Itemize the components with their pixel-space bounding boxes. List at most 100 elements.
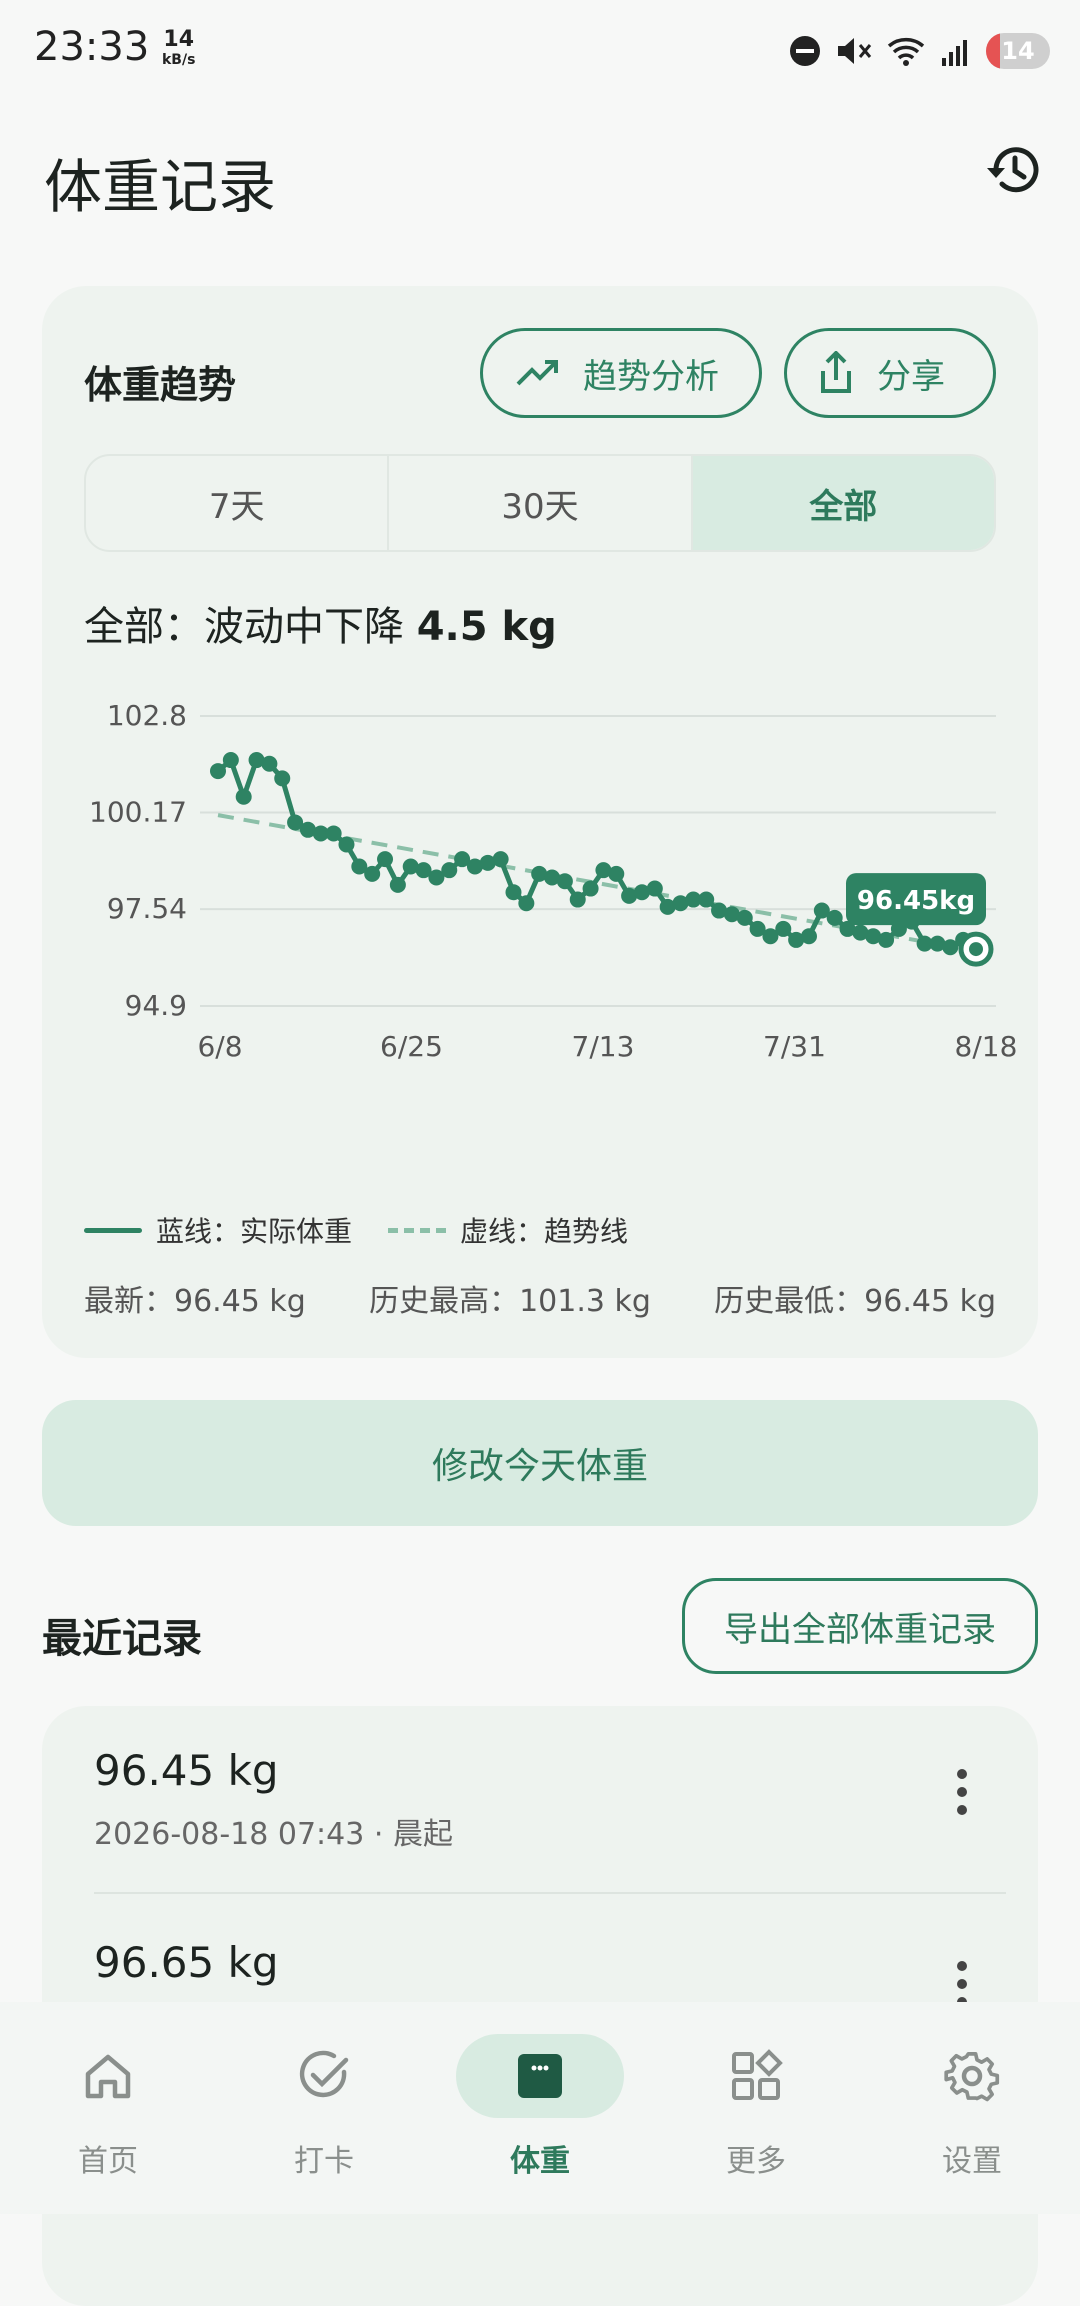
legend-actual-swatch (84, 1227, 142, 1233)
legend-actual-label: 蓝线：实际体重 (156, 1215, 353, 1248)
nav-weight-icon-wrap (456, 2034, 624, 2118)
data-point (736, 909, 753, 926)
bottom-navigation: 首页 打卡 体重 更多 设置 (0, 2002, 1080, 2214)
x-tick-label: 7/13 (572, 1030, 635, 1063)
latest-point (969, 942, 983, 957)
record-weight: 96.45 kg (94, 1746, 279, 1795)
export-records-button[interactable]: 导出全部体重记录 (682, 1578, 1038, 1674)
status-icons: 14 (788, 30, 1050, 72)
x-tick-label: 6/8 (197, 1030, 242, 1063)
y-tick-label: 94.9 (125, 989, 187, 1022)
nav-settings[interactable]: 设置 (864, 2002, 1080, 2214)
stat-max: 历史最高：101.3 kg (369, 1284, 651, 1319)
dnd-icon (790, 36, 820, 66)
wifi-icon (887, 38, 925, 66)
data-point (235, 788, 252, 805)
trend-analysis-button[interactable]: 趋势分析 (480, 328, 762, 418)
data-point (878, 931, 895, 948)
list-item[interactable]: 96.65 kg (94, 1938, 1006, 2007)
nav-home-label: 首页 (78, 2144, 138, 2179)
battery-level: 14 (1001, 37, 1035, 65)
data-point (608, 865, 625, 882)
trend-analysis-label: 趋势分析 (583, 356, 719, 397)
weight-line-chart: 102.8 100.17 97.54 94.9 6/8 6/25 7/13 7/31 8/18 9… (89, 699, 1018, 1063)
data-point (646, 880, 663, 897)
nav-settings-label: 设置 (942, 2144, 1002, 2179)
data-point (775, 920, 792, 937)
y-tick-label: 100.17 (89, 796, 187, 829)
data-point (377, 851, 394, 868)
data-point (505, 884, 522, 901)
weight-trend-card: 体重趋势 趋势分析 分享 7天 30天 全部 全部：波动中下降 4.5 kg 1… (42, 286, 1038, 1358)
nav-checkin-label: 打卡 (294, 2144, 354, 2179)
signal-icon (942, 40, 967, 66)
scale-icon (518, 2054, 562, 2098)
data-point (389, 876, 406, 893)
list-item[interactable]: 96.45 kg 2026-08-18 07:43 · 晨起 (94, 1746, 1006, 1853)
trend-card-title: 体重趋势 (84, 363, 237, 407)
nav-checkin-icon-wrap (240, 2034, 408, 2118)
check-circle-icon (299, 2050, 349, 2098)
data-point (325, 825, 342, 842)
apps-icon (732, 2049, 783, 2100)
stat-min: 历史最低：96.45 kg (714, 1284, 996, 1319)
latest-callout-label: 96.45kg (857, 886, 975, 916)
page-title: 体重记录 (44, 153, 277, 221)
weight-stats: 最新：96.45 kg 历史最高：101.3 kg 历史最低：96.45 kg (84, 1276, 996, 1320)
history-icon[interactable] (982, 138, 1046, 202)
data-point (210, 763, 226, 780)
y-tick-label: 102.8 (107, 699, 187, 732)
x-tick-label: 8/18 (955, 1030, 1018, 1063)
legend-trend-label: 虚线：趋势线 (460, 1215, 629, 1248)
chart-legend: 蓝线：实际体重 虚线：趋势线 (84, 1210, 628, 1250)
y-tick-label: 97.54 (107, 892, 187, 925)
data-point (556, 873, 573, 890)
data-point (518, 895, 535, 912)
range-selector: 7天 30天 全部 (84, 454, 996, 552)
share-label: 分享 (877, 356, 945, 397)
trend-summary-text: 全部：波动中下降 (84, 604, 404, 650)
data-point (441, 862, 458, 879)
x-tick-label: 7/31 (763, 1030, 826, 1063)
stat-latest: 最新：96.45 kg (84, 1284, 306, 1319)
data-point (698, 891, 715, 908)
data-point (582, 880, 599, 897)
nav-home[interactable]: 首页 (0, 2002, 216, 2214)
range-tab-7d[interactable]: 7天 (86, 456, 390, 550)
nav-home-icon-wrap (24, 2034, 192, 2118)
data-point (261, 755, 278, 772)
list-divider (94, 1892, 1006, 1894)
range-tab-all[interactable]: 全部 (692, 456, 994, 550)
data-point (569, 891, 586, 908)
home-icon (85, 2054, 131, 2099)
network-speed-value: 14 (163, 27, 195, 52)
nav-more-icon-wrap (672, 2034, 840, 2118)
range-tab-30d[interactable]: 30天 (389, 456, 693, 550)
data-point (274, 770, 291, 787)
data-point (800, 928, 817, 945)
nav-settings-icon-wrap (888, 2034, 1056, 2118)
data-point (492, 851, 509, 868)
x-tick-label: 6/25 (380, 1030, 443, 1063)
nav-weight-label: 体重 (510, 2144, 570, 2179)
status-time: 23:33 (34, 24, 150, 70)
network-speed-unit: kB/s (162, 52, 196, 68)
nav-weight[interactable]: 体重 (432, 2002, 648, 2214)
nav-more[interactable]: 更多 (648, 2002, 864, 2214)
nav-checkin[interactable]: 打卡 (216, 2002, 432, 2214)
share-button[interactable]: 分享 (784, 328, 996, 418)
trending-up-icon (516, 360, 558, 386)
edit-today-weight-button[interactable]: 修改今天体重 (42, 1400, 1038, 1526)
mute-icon (838, 38, 872, 64)
record-datetime: 2026-08-18 07:43 · 晨起 (94, 1817, 453, 1852)
more-vert-icon[interactable] (942, 1762, 982, 1822)
status-bar: 23:33 14 kB/s 14 (0, 0, 1080, 100)
network-speed: 14 kB/s (162, 27, 196, 70)
share-icon (821, 351, 851, 393)
data-point (826, 909, 843, 926)
data-point (222, 752, 239, 769)
record-weight: 96.65 kg (94, 1938, 279, 1987)
battery-indicator: 14 (986, 33, 1050, 69)
data-point (338, 836, 355, 853)
gear-icon (944, 2052, 1000, 2102)
